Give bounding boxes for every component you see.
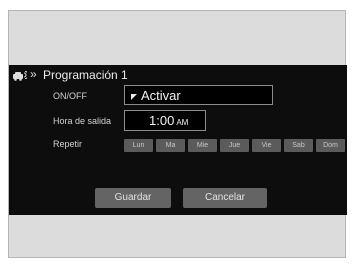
departure-ampm: AM	[176, 118, 189, 127]
departure-time-field[interactable]: 1:00 AM	[124, 110, 206, 131]
departure-time-label: Hora de salida	[53, 116, 112, 126]
day-button-wed[interactable]: Mie	[188, 139, 217, 152]
save-button[interactable]: Guardar	[95, 188, 171, 208]
repeat-label: Repetir	[53, 139, 83, 149]
onoff-label: ON/OFF	[53, 91, 87, 101]
day-button-thu[interactable]: Jue	[220, 139, 249, 152]
day-button-sat[interactable]: Sab	[284, 139, 313, 152]
cancel-button[interactable]: Cancelar	[183, 188, 267, 208]
onoff-value: Activar	[141, 88, 181, 103]
page-title: Programación 1	[43, 68, 128, 82]
schedule-screen: » Programación 1 ON/OFF Activar Hora de …	[9, 65, 347, 215]
day-button-fri[interactable]: Vie	[252, 139, 281, 152]
double-chevron-right-icon[interactable]: »	[30, 67, 36, 81]
title-bar: » Programación 1	[9, 65, 347, 85]
onoff-field[interactable]: Activar	[124, 85, 273, 105]
departure-time-value: 1:00	[149, 113, 175, 128]
cursor-icon	[131, 94, 137, 100]
day-button-tue[interactable]: Ma	[156, 139, 185, 152]
day-button-sun[interactable]: Dom	[316, 139, 345, 152]
day-button-mon[interactable]: Lun	[124, 139, 153, 152]
car-remote-icon	[13, 71, 27, 81]
